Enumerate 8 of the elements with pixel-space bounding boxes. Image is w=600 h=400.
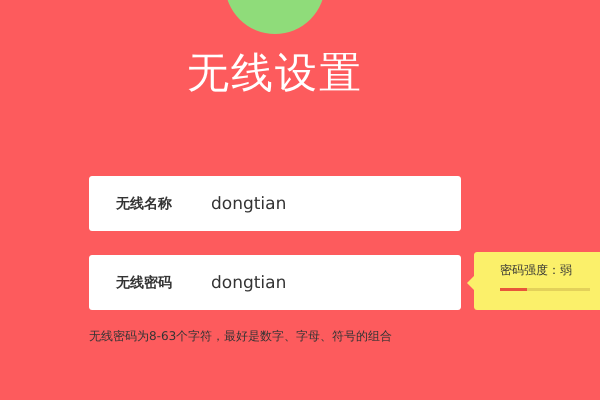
field-label: 无线名称 bbox=[116, 194, 173, 212]
field-label: 无线密码 bbox=[116, 274, 173, 292]
hint-text: 无线密码为8-63个字符，最好是数字、字母、符号的组合 bbox=[89, 328, 394, 345]
page-title: 无线设置 bbox=[187, 47, 363, 99]
strength-label: 密码强度：弱 bbox=[500, 262, 573, 279]
field-value: dongtian bbox=[211, 194, 286, 214]
field-value: dongtian bbox=[211, 272, 286, 292]
input-field[interactable]: 无线名称 dongtian bbox=[89, 176, 461, 231]
